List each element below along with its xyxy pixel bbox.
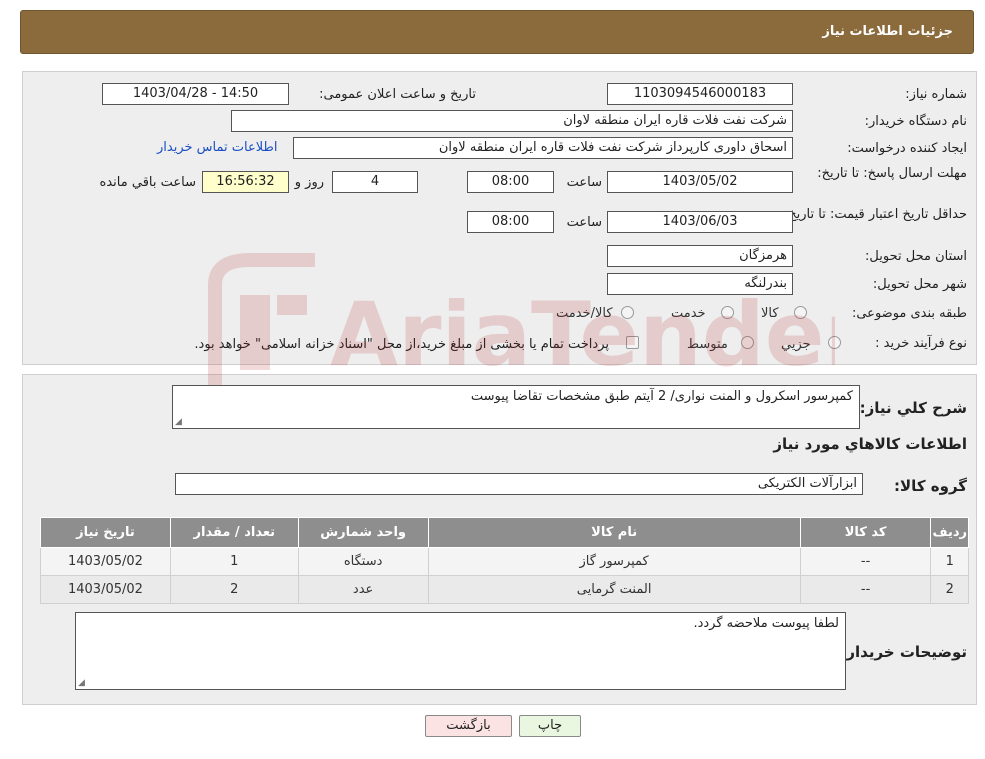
page-header: جزئیات اطلاعات نیاز xyxy=(20,10,974,54)
cell-row-number: 1 xyxy=(930,547,969,576)
buyer-notes-textarea[interactable]: لطفا پیوست ملاحضه گردد. ◢ xyxy=(75,612,846,690)
goods-table: ردیف کد کالا نام کالا واحد شمارش تعداد /… xyxy=(40,517,969,604)
announce-field: 1403/04/28 - 14:50 xyxy=(102,83,289,105)
province-field: هرمزگان xyxy=(607,245,793,267)
category-label: طبقه بندی موضوعی: xyxy=(851,306,967,321)
cell-row-number: 2 xyxy=(930,575,969,604)
cell-need-date: 1403/05/02 xyxy=(40,575,171,604)
reply-date-field: 1403/05/02 xyxy=(607,171,793,193)
cell-unit: عدد xyxy=(297,575,429,604)
summary-label: شرح کلي نیاز: xyxy=(859,399,967,417)
cell-quantity: 1 xyxy=(169,547,299,576)
cell-goods-name: المنت گرمایی xyxy=(427,575,801,604)
col-row-number: ردیف xyxy=(930,517,969,548)
resize-grip-icon[interactable]: ◢ xyxy=(78,678,85,688)
category-option-service: خدمت xyxy=(671,306,706,321)
city-label: شهر محل تحویل: xyxy=(872,277,967,292)
price-time-field: 08:00 xyxy=(467,211,554,233)
table-header-row: ردیف کد کالا نام کالا واحد شمارش تعداد /… xyxy=(40,517,969,548)
buyer-contact-link[interactable]: اطلاعات تماس خریدار xyxy=(157,140,277,155)
price-date-field: 1403/06/03 xyxy=(607,211,793,233)
buyer-notes-label: توضیحات خریدار: xyxy=(840,643,967,661)
reply-deadline-label: مهلت ارسال پاسخ: تا تاریخ: xyxy=(817,166,967,181)
cell-quantity: 2 xyxy=(169,575,299,604)
need-number-label: شماره نیاز: xyxy=(905,87,967,102)
goods-group-field: ابزارآلات الکتریکی xyxy=(175,473,863,495)
summary-textarea[interactable]: کمپرسور اسکرول و المنت نواری/ 2 آیتم طبق… xyxy=(172,385,860,429)
process-radio-medium[interactable] xyxy=(741,336,754,349)
col-goods-name: نام کالا xyxy=(427,517,801,548)
days-label: روز و xyxy=(294,175,324,190)
table-row: 1 -- کمپرسور گاز دستگاه 1 1403/05/02 xyxy=(40,547,969,576)
remaining-label: ساعت باقي مانده xyxy=(99,175,196,190)
process-note: پرداخت تمام یا بخشی از مبلغ خرید،از محل … xyxy=(194,337,609,352)
print-button[interactable]: چاپ xyxy=(519,715,581,737)
category-option-both: کالا/خدمت xyxy=(556,306,613,321)
goods-group-label: گروه کالا: xyxy=(894,477,967,495)
cell-need-date: 1403/05/02 xyxy=(40,547,171,576)
buyer-notes-text: لطفا پیوست ملاحضه گردد. xyxy=(693,616,839,631)
process-option-small: جزیي xyxy=(781,337,811,352)
col-quantity: تعداد / مقدار xyxy=(169,517,299,548)
reply-time-field: 08:00 xyxy=(467,171,554,193)
process-label: نوع فرآیند خرید : xyxy=(875,336,967,351)
category-radio-both[interactable] xyxy=(621,306,634,319)
table-row: 2 -- المنت گرمایی عدد 2 1403/05/02 xyxy=(40,575,969,604)
cell-goods-name: کمپرسور گاز xyxy=(427,547,801,576)
back-button[interactable]: بازگشت xyxy=(425,715,512,737)
summary-text: کمپرسور اسکرول و المنت نواری/ 2 آیتم طبق… xyxy=(470,389,853,404)
cell-unit: دستگاه xyxy=(297,547,429,576)
cell-goods-code: -- xyxy=(799,547,932,576)
category-radio-service[interactable] xyxy=(721,306,734,319)
col-unit: واحد شمارش xyxy=(297,517,429,548)
buyer-org-label: نام دستگاه خریدار: xyxy=(864,114,967,129)
need-number-field: 1103094546000183 xyxy=(607,83,793,105)
days-field: 4 xyxy=(332,171,418,193)
goods-info-title: اطلاعات کالاهاي مورد نیاز xyxy=(773,435,967,453)
process-option-medium: متوسط xyxy=(687,337,728,352)
category-radio-goods[interactable] xyxy=(794,306,807,319)
reply-time-label: ساعت xyxy=(566,175,602,190)
buyer-org-field: شرکت نفت فلات قاره ایران منطقه لاوان xyxy=(231,110,793,132)
city-field: بندرلنگه xyxy=(607,273,793,295)
province-label: استان محل تحویل: xyxy=(865,249,967,264)
page-title: جزئیات اطلاعات نیاز xyxy=(822,24,953,39)
process-radio-small[interactable] xyxy=(828,336,841,349)
category-option-goods: کالا xyxy=(761,306,779,321)
price-validity-label: حداقل تاریخ اعتبار قیمت: تا تاریخ: xyxy=(783,207,967,222)
price-time-label: ساعت xyxy=(566,215,602,230)
col-goods-code: کد کالا xyxy=(799,517,932,548)
resize-grip-icon[interactable]: ◢ xyxy=(175,417,182,427)
cell-goods-code: -- xyxy=(799,575,932,604)
creator-label: ایجاد کننده درخواست: xyxy=(847,141,967,156)
col-need-date: تاریخ نیاز xyxy=(40,517,171,548)
announce-label: تاریخ و ساعت اعلان عمومی: xyxy=(319,87,476,102)
treasury-checkbox[interactable] xyxy=(626,336,639,349)
remaining-time-field: 16:56:32 xyxy=(202,171,289,193)
creator-field: اسحاق داوری کارپرداز شرکت نفت فلات قاره … xyxy=(293,137,793,159)
